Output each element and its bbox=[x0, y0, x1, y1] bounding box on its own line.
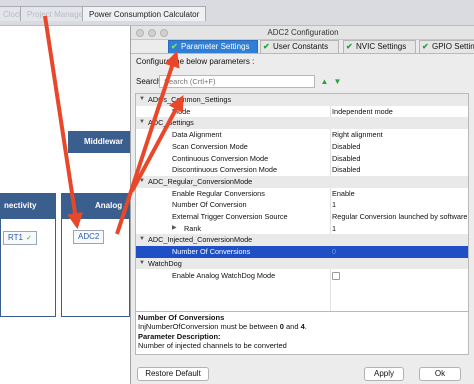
tab-nvic-settings[interactable]: ✔ NVIC Settings bbox=[343, 40, 416, 53]
param-row-rank[interactable]: ▶ Rank 1 bbox=[136, 223, 468, 235]
adc2-configuration-dialog: ADC2 Configuration ✔ Parameter Settings ✔… bbox=[130, 26, 474, 384]
collapse-triangle-icon[interactable]: ▼ bbox=[139, 234, 145, 246]
apply-button[interactable]: Apply bbox=[364, 367, 404, 381]
expand-triangle-icon[interactable]: ▶ bbox=[172, 223, 177, 235]
tab-power-consumption-calculator[interactable]: Power Consumption Calculator bbox=[82, 6, 207, 21]
search-label: Search bbox=[136, 77, 162, 86]
group-row-adcs-common-settings[interactable]: ▼ ADCs_Common_Settings bbox=[136, 94, 468, 106]
tab-underline bbox=[131, 53, 474, 54]
param-row-enable-analog-watchdog-mode[interactable]: Enable Analog WatchDog Mode bbox=[136, 270, 468, 282]
ok-button[interactable]: Ok bbox=[419, 367, 461, 381]
search-previous-icon[interactable]: ▲ bbox=[320, 77, 329, 86]
check-icon: ✔ bbox=[422, 42, 429, 51]
tab-user-constants[interactable]: ✔ User Constants bbox=[260, 40, 339, 53]
dialog-title: ADC2 Configuration bbox=[267, 28, 339, 37]
collapse-triangle-icon[interactable]: ▼ bbox=[139, 117, 145, 129]
check-icon: ✔ bbox=[263, 42, 270, 51]
check-icon: ✔ bbox=[171, 42, 178, 51]
group-row-adc-injected-conversionmode[interactable]: ▼ ADC_Injected_ConversionMode bbox=[136, 234, 468, 247]
collapse-triangle-icon[interactable]: ▼ bbox=[139, 94, 145, 106]
param-row-external-trigger-conversion-source[interactable]: External Trigger Conversion Source Regul… bbox=[136, 211, 468, 223]
collapse-triangle-icon[interactable]: ▼ bbox=[139, 176, 145, 188]
window-zoom-icon[interactable] bbox=[160, 29, 168, 37]
window-minimize-icon[interactable] bbox=[148, 29, 156, 37]
connectivity-panel: RT1 ✓ bbox=[0, 219, 56, 317]
dialog-tab-bar: ✔ Parameter Settings ✔ User Constants ✔ NVI… bbox=[131, 40, 474, 53]
param-row-discontinuous-conversion-mode[interactable]: Discontinuous Conversion Mode Disabled bbox=[136, 164, 468, 176]
enabled-check-icon: ✓ bbox=[25, 235, 32, 242]
description-param-label: Parameter Description: bbox=[138, 331, 221, 341]
group-row-adc-regular-conversionmode[interactable]: ▼ ADC_Regular_ConversionMode bbox=[136, 175, 468, 188]
analog-category-header[interactable]: Analog bbox=[61, 193, 130, 219]
window-close-icon[interactable] bbox=[136, 29, 144, 37]
group-row-watchdog[interactable]: ▼ WatchDog bbox=[136, 257, 468, 270]
description-constraint: InjNumberOfConversion must be between 0 … bbox=[138, 322, 307, 332]
description-param-text: Number of injected channels to be conver… bbox=[138, 341, 287, 351]
search-input[interactable] bbox=[159, 75, 315, 88]
collapse-triangle-icon[interactable]: ▼ bbox=[139, 258, 145, 270]
parameters-table: ▼ ADCs_Common_Settings Mode Independent … bbox=[135, 93, 469, 312]
param-row-scan-conversion-mode[interactable]: Scan Conversion Mode Disabled bbox=[136, 141, 468, 153]
param-row-number-of-conversions-selected[interactable]: Number Of Conversions 0 bbox=[136, 246, 468, 258]
connectivity-category-header[interactable]: nectivity bbox=[0, 193, 56, 219]
param-row-mode[interactable]: Mode Independent mode bbox=[136, 106, 468, 118]
watchdog-checkbox[interactable] bbox=[332, 271, 340, 280]
tab-gpio-settings[interactable]: ✔GPIO Settings bbox=[419, 40, 474, 53]
param-row-enable-regular-conversions[interactable]: Enable Regular Conversions Enable bbox=[136, 188, 468, 200]
tab-parameter-settings[interactable]: ✔ Parameter Settings bbox=[168, 40, 258, 53]
check-icon: ✔ bbox=[346, 42, 353, 51]
description-heading: Number Of Conversions bbox=[138, 313, 225, 322]
restore-default-button[interactable]: Restore Default bbox=[137, 367, 209, 381]
peripheral-chip-adc2[interactable]: ADC2 bbox=[73, 230, 105, 244]
peripheral-chip-rt1[interactable]: RT1 ✓ bbox=[3, 231, 37, 245]
param-row-data-alignment[interactable]: Data Alignment Right alignment bbox=[136, 129, 468, 141]
group-row-adc-settings[interactable]: ▼ ADC_Settings bbox=[136, 117, 468, 130]
param-row-continuous-conversion-mode[interactable]: Continuous Conversion Mode Disabled bbox=[136, 153, 468, 165]
parameter-description-panel: Number Of Conversions InjNumberOfConvers… bbox=[135, 311, 469, 355]
background-top-bar: Clock Configuration Project Manager Powe… bbox=[0, 0, 474, 26]
param-row-number-of-conversion[interactable]: Number Of Conversion 1 bbox=[136, 199, 468, 211]
search-next-icon[interactable]: ▼ bbox=[333, 77, 342, 86]
middleware-category-header[interactable]: Middlewar bbox=[68, 131, 130, 153]
dialog-title-bar: ADC2 Configuration bbox=[131, 26, 474, 40]
analog-panel: ADC2 bbox=[61, 219, 130, 317]
configure-label: Configure the below parameters : bbox=[136, 57, 255, 66]
